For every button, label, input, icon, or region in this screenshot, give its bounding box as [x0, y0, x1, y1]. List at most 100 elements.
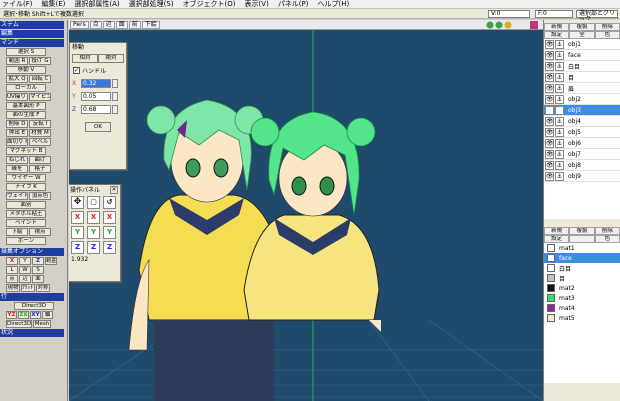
menu-item-6[interactable]: パネル(P)	[278, 0, 309, 9]
object-item-10[interactable]: 👁 ⚓ obj7	[544, 149, 620, 160]
command-button-9-1[interactable]: 材質 M	[29, 129, 51, 137]
z-axis-3[interactable]: Z	[103, 241, 116, 254]
lock-icon[interactable]: ⚓	[555, 105, 564, 115]
view-button-4[interactable]: 前	[128, 20, 141, 29]
command-button-0-0[interactable]: 選択 S	[6, 48, 46, 56]
axisrow-btn-0[interactable]: X	[6, 257, 18, 265]
handle-checkbox[interactable]: ✓	[73, 67, 80, 74]
y-axis-1[interactable]: Y	[71, 226, 84, 239]
z-spinner[interactable]	[112, 105, 118, 114]
opt3row-btn-2[interactable]: 対称	[36, 284, 50, 292]
command-button-7-0[interactable]: 面の生成 F	[6, 111, 46, 119]
command-button-5-1[interactable]: マイピング	[29, 93, 51, 101]
command-button-10-0[interactable]: 面切り H	[6, 138, 28, 146]
close-icon[interactable]: ×	[110, 185, 118, 194]
objtabs-2[interactable]: 削除	[594, 23, 620, 31]
opt2row-btn-2[interactable]: 面	[32, 275, 44, 283]
command-button-6-0[interactable]: 基本図形 P	[6, 102, 46, 110]
mattabs-2[interactable]: 削除	[594, 227, 620, 235]
opt2row-btn-0[interactable]: 点	[6, 275, 18, 283]
move-icon[interactable]: ✥	[71, 196, 84, 209]
objsub-0[interactable]: 設定	[544, 31, 570, 39]
eye-icon[interactable]: 👁	[545, 149, 554, 159]
matsub-2[interactable]: 色	[594, 235, 620, 243]
eye-icon[interactable]: 👁	[545, 50, 554, 60]
y-axis-3[interactable]: Y	[103, 226, 116, 239]
object-item-4[interactable]: 👁 ⚓ 眉	[544, 83, 620, 94]
section-edit[interactable]: 編集	[0, 30, 64, 38]
command-button-18-0[interactable]: メタボル粘土	[6, 210, 46, 218]
command-button-5-0[interactable]: UV操り U	[6, 93, 28, 101]
menu-item-5[interactable]: 表示(V)	[245, 0, 269, 9]
lock-icon[interactable]: ⚓	[555, 149, 564, 159]
eye-icon[interactable]: 👁	[545, 72, 554, 82]
object-item-6[interactable]: 👁 ⚓ obj3	[544, 105, 620, 116]
mattabs-0[interactable]: 新規	[544, 227, 570, 235]
material-item-1[interactable]: face	[544, 253, 620, 263]
eye-icon[interactable]: 👁	[545, 83, 554, 93]
rotate-icon[interactable]: ↺	[103, 196, 116, 209]
lwsrow-btn-1[interactable]: W	[19, 266, 31, 274]
command-button-15-0[interactable]: ナイフ K	[6, 183, 46, 191]
material-item-0[interactable]: mat1	[544, 243, 620, 253]
axisrow-btn-3[interactable]: 範囲	[45, 257, 57, 265]
lock-icon[interactable]: ⚓	[555, 94, 564, 104]
tab-absolute[interactable]: 絶対	[98, 54, 124, 63]
lock-icon[interactable]: ⚓	[555, 72, 564, 82]
matsub-0[interactable]: 設定	[544, 235, 570, 243]
command-button-12-1[interactable]: 曲げ	[29, 156, 51, 164]
command-button-12-0[interactable]: ねじれ	[6, 156, 28, 164]
view-button-2[interactable]: 辺	[102, 20, 115, 29]
direct3d-2-button[interactable]: Direct3D	[6, 320, 32, 328]
x-axis-1[interactable]: X	[71, 211, 84, 224]
lock-icon[interactable]: ⚓	[555, 39, 564, 49]
command-button-13-1[interactable]: 格子	[29, 165, 51, 173]
material-item-4[interactable]: mat2	[544, 283, 620, 293]
vaxisrow-btn-2[interactable]: XY	[30, 311, 41, 319]
lwsrow-btn-0[interactable]: L	[6, 266, 18, 274]
menu-item-0[interactable]: ァイル(F)	[2, 0, 33, 9]
objtabs-1[interactable]: 複製	[569, 23, 595, 31]
menu-item-1[interactable]: 編集(E)	[42, 0, 66, 9]
object-item-5[interactable]: 👁 ⚓ obj2	[544, 94, 620, 105]
y-axis-2[interactable]: Y	[87, 226, 100, 239]
opt3row-btn-0[interactable]: 現物	[6, 284, 20, 292]
lock-icon[interactable]: ⚓	[555, 83, 564, 93]
view-button-0[interactable]: Pers	[70, 20, 89, 29]
section-command[interactable]: マンド	[0, 39, 64, 47]
ok-button[interactable]: OK	[85, 122, 111, 132]
objsub-1[interactable]: 全	[569, 31, 595, 39]
section-edit-options[interactable]: 操集オプション	[0, 248, 64, 256]
command-button-13-0[interactable]: 縁を	[6, 165, 28, 173]
command-button-4-0[interactable]: ローカル	[6, 84, 46, 92]
object-item-2[interactable]: 👁 ⚓ 白目	[544, 61, 620, 72]
eye-icon[interactable]: 👁	[545, 116, 554, 126]
command-button-19-0[interactable]: ペイント	[6, 219, 46, 227]
material-item-5[interactable]: mat3	[544, 293, 620, 303]
tab-relative[interactable]: 相対	[72, 54, 98, 63]
opt2row-btn-1[interactable]: 辺	[19, 275, 31, 283]
eye-icon[interactable]: 👁	[545, 160, 554, 170]
menu-item-4[interactable]: オブジェクト(O)	[183, 0, 236, 9]
object-item-0[interactable]: 👁 ⚓ obj1	[544, 39, 620, 50]
eye-icon[interactable]: 👁	[545, 94, 554, 104]
command-button-10-1[interactable]: ベベル	[29, 138, 51, 146]
object-item-3[interactable]: 👁 ⚓ 目	[544, 72, 620, 83]
lock-icon[interactable]: ⚓	[555, 160, 564, 170]
command-button-1-0[interactable]: 範囲 R	[6, 57, 28, 65]
command-button-14-0[interactable]: ワイヤー W	[6, 174, 46, 182]
command-button-3-0[interactable]: 拡大 Q	[6, 75, 28, 83]
menu-item-2[interactable]: 選択部属性(A)	[74, 0, 119, 9]
command-button-11-0[interactable]: マグネット B	[6, 147, 46, 155]
scale-icon[interactable]: ▢	[87, 196, 100, 209]
command-button-8-1[interactable]: 反転 I	[29, 120, 51, 128]
command-button-3-1[interactable]: 回転 C	[29, 75, 51, 83]
vaxisrow-btn-3[interactable]: 軸	[42, 311, 53, 319]
view-button-3[interactable]: 面	[115, 20, 128, 29]
material-item-6[interactable]: mat4	[544, 303, 620, 313]
object-item-11[interactable]: 👁 ⚓ obj8	[544, 160, 620, 171]
command-button-20-0[interactable]: 下絵	[6, 228, 28, 236]
axisrow-btn-2[interactable]: Z	[32, 257, 44, 265]
view-button-1[interactable]: 点	[89, 20, 102, 29]
objtabs-0[interactable]: 新規	[544, 23, 570, 31]
